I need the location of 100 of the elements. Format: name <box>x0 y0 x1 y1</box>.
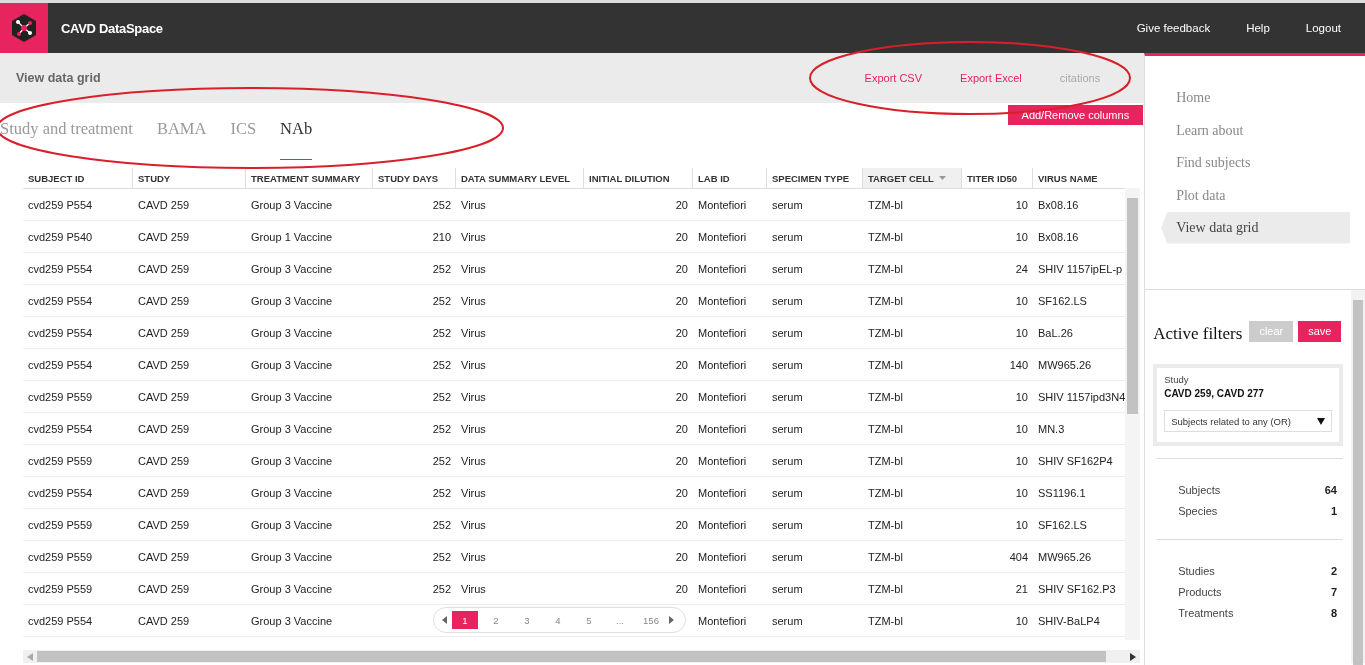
table-cell: 252 <box>432 486 451 499</box>
table-cell: 10 <box>1015 390 1028 403</box>
dropdown-caret-icon <box>1317 417 1325 425</box>
table-cell: Group 3 Vaccine <box>251 422 333 435</box>
table-cell: CAVD 259 <box>138 486 190 499</box>
next-page-icon[interactable] <box>669 616 674 624</box>
table-cell: TZM-bl <box>868 582 903 595</box>
table-cell: 20 <box>675 550 688 563</box>
sort-caret-icon <box>938 176 946 180</box>
table-cell: CAVD 259 <box>138 454 190 467</box>
table-cell: Virus <box>461 518 486 531</box>
save-button[interactable]: save <box>1298 320 1342 342</box>
table-cell: CAVD 259 <box>138 198 190 211</box>
add-remove-columns-button[interactable]: Add/Remove columns <box>1007 105 1144 125</box>
tab[interactable]: ICS <box>230 119 257 159</box>
table-cell: serum <box>772 294 803 307</box>
previous-page-icon[interactable] <box>442 616 447 624</box>
table-cell: CAVD 259 <box>138 518 190 531</box>
table-cell: serum <box>772 230 803 243</box>
table-cell: 252 <box>432 294 451 307</box>
page-button[interactable]: ... <box>607 611 633 629</box>
table-cell: Group 3 Vaccine <box>251 326 333 339</box>
column-header[interactable]: INITIAL DILUTION <box>584 168 693 188</box>
page-button[interactable]: 2 <box>483 611 509 629</box>
column-header[interactable]: TREATMENT SUMMARY <box>246 168 373 188</box>
column-header[interactable]: LAB ID <box>693 168 767 188</box>
table-cell: TZM-bl <box>868 614 903 627</box>
page-button[interactable]: 156 <box>638 611 664 629</box>
page-button[interactable]: 1 <box>452 611 478 629</box>
header-link[interactable]: Logout <box>1305 22 1341 34</box>
table-cell: Group 3 Vaccine <box>251 262 333 275</box>
count-label: Subjects <box>1178 484 1221 496</box>
table-cell: cvd259 P554 <box>28 614 93 627</box>
table-cell: serum <box>772 550 803 563</box>
nav-item[interactable]: Learn about <box>1161 114 1350 146</box>
table-cell: Montefiori <box>698 262 747 275</box>
table-cell: Virus <box>461 326 486 339</box>
scroll-left-icon[interactable] <box>27 652 33 661</box>
table-cell: 20 <box>675 294 688 307</box>
sidebar-scrollbar[interactable] <box>1351 290 1365 663</box>
tab[interactable]: Study and treatment <box>0 119 133 159</box>
scroll-right-icon[interactable] <box>1130 652 1136 661</box>
filter-card[interactable]: Study CAVD 259, CAVD 277 Subjects related to any (OR) <box>1153 364 1343 446</box>
table-cell: Group 3 Vaccine <box>251 390 333 403</box>
table-cell: SHIV 1157ipd3N4 <box>1038 390 1126 403</box>
column-header[interactable]: TITER ID50 <box>962 168 1033 188</box>
count-value: 1 <box>1330 505 1338 517</box>
export-link[interactable]: Export Excel <box>960 72 1022 84</box>
table-cell: cvd259 P559 <box>28 550 93 563</box>
nav-item[interactable]: Plot data <box>1161 179 1350 211</box>
logo-icon <box>0 3 48 53</box>
table-cell: TZM-bl <box>868 454 903 467</box>
table-cell: 10 <box>1015 454 1028 467</box>
table-cell: 10 <box>1015 294 1028 307</box>
table-cell: CAVD 259 <box>138 326 190 339</box>
column-header[interactable]: STUDY <box>133 168 246 188</box>
export-link[interactable]: Export CSV <box>864 72 923 84</box>
table-cell: 252 <box>432 454 451 467</box>
count-value: 8 <box>1330 607 1338 619</box>
operator-dropdown[interactable]: Subjects related to any (OR) <box>1164 410 1332 432</box>
table-cell: 10 <box>1015 486 1028 499</box>
column-header[interactable]: STUDY DAYS <box>373 168 456 188</box>
table-cell: serum <box>772 614 803 627</box>
column-header[interactable]: SUBJECT ID <box>23 168 133 188</box>
header-link[interactable]: Give feedback <box>1136 22 1211 34</box>
page-button[interactable]: 5 <box>576 611 602 629</box>
nav-item[interactable]: Home <box>1161 82 1350 114</box>
table-cell: Group 1 Vaccine <box>251 230 333 243</box>
table-cell: CAVD 259 <box>138 262 190 275</box>
table-cell: Virus <box>461 582 486 595</box>
table-cell: TZM-bl <box>868 198 903 211</box>
table-cell: Virus <box>461 454 486 467</box>
table-cell: Montefiori <box>698 230 747 243</box>
column-header[interactable]: DATA SUMMARY LEVEL <box>456 168 584 188</box>
table-cell: Montefiori <box>698 294 747 307</box>
table-cell: Bx08.16 <box>1038 198 1079 211</box>
table-cell: cvd259 P554 <box>28 486 93 499</box>
table-cell: serum <box>772 358 803 371</box>
app-name: CAVD DataSpace <box>61 20 163 36</box>
vertical-scrollbar[interactable] <box>1125 188 1140 640</box>
nav-item[interactable]: View data grid <box>1161 212 1350 244</box>
column-header[interactable]: TARGET CELL <box>863 168 962 188</box>
nav-item[interactable]: Find subjects <box>1161 147 1350 179</box>
table-cell: cvd259 P540 <box>28 230 93 243</box>
table-cell: Montefiori <box>698 454 747 467</box>
table-cell: 20 <box>675 326 688 339</box>
page-button[interactable]: 4 <box>545 611 571 629</box>
column-header[interactable]: VIRUS NAME <box>1033 168 1123 188</box>
tab[interactable]: BAMA <box>156 119 207 159</box>
table-cell: Virus <box>461 358 486 371</box>
count-label: Products <box>1178 586 1222 598</box>
page-button[interactable]: 3 <box>514 611 540 629</box>
header-link[interactable]: Help <box>1246 22 1270 34</box>
table-cell: 252 <box>432 262 451 275</box>
table-cell: Group 3 Vaccine <box>251 454 333 467</box>
horizontal-scrollbar[interactable] <box>23 650 1140 663</box>
table-cell: Virus <box>461 486 486 499</box>
table-cell: Montefiori <box>698 390 747 403</box>
table-cell: Bx08.16 <box>1038 230 1079 243</box>
tab[interactable]: NAb <box>280 119 313 160</box>
